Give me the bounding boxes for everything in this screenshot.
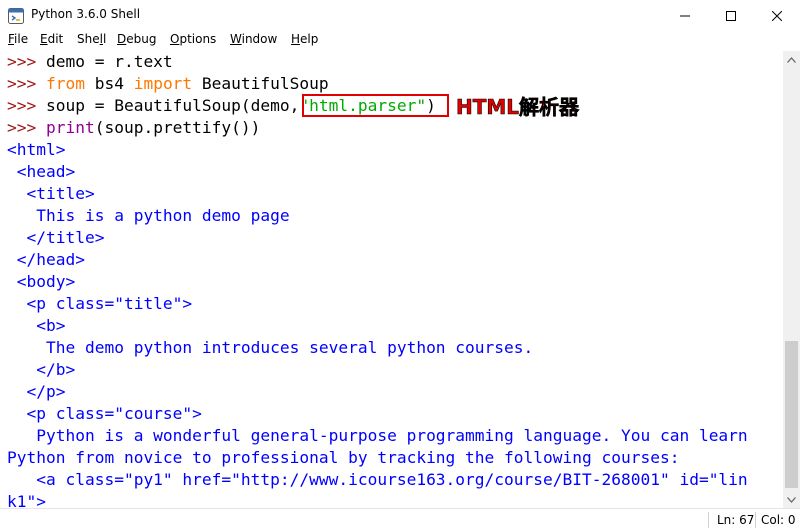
menu-options[interactable]: Options [170, 32, 216, 46]
minimize-button[interactable] [662, 0, 708, 31]
maximize-icon [726, 10, 736, 21]
code-text: bs4 [84, 74, 134, 93]
output-line: <title> [7, 184, 95, 203]
chevron-up-icon [787, 56, 796, 63]
menu-debug[interactable]: Debug [117, 32, 156, 46]
shell-prompt: >>> [7, 52, 46, 71]
output-line: </title> [7, 228, 105, 247]
output-line: <p class="title"> [7, 294, 193, 313]
output-line: <b> [7, 316, 66, 335]
output-line: </head> [7, 250, 85, 269]
status-separator [755, 512, 756, 528]
output-line: </p> [7, 382, 66, 401]
shell-prompt: >>> [7, 118, 46, 137]
chevron-down-icon [787, 496, 796, 503]
shell-prompt: >>> [7, 74, 46, 93]
status-separator [708, 512, 709, 528]
maximize-button[interactable] [708, 0, 754, 31]
shell-prompt: >>> [7, 96, 46, 115]
line-number-status: Ln: 67 [717, 513, 755, 527]
output-line: <head> [7, 162, 76, 181]
shell-input-line: >>> print(soup.prettify()) [7, 117, 260, 139]
menu-file[interactable]: File [8, 32, 28, 46]
close-icon [772, 10, 782, 21]
window-title: Python 3.6.0 Shell [31, 7, 141, 21]
python-idle-icon [8, 8, 24, 24]
scroll-thumb[interactable] [785, 341, 798, 488]
shell-text-area[interactable]: >>> demo = r.text >>> from bs4 import Be… [0, 51, 783, 508]
code-text: BeautifulSoup [192, 74, 329, 93]
keyword: import [133, 74, 193, 93]
minimize-icon [680, 15, 690, 16]
menu-help[interactable]: Help [291, 32, 318, 46]
column-number-status: Col: 0 [761, 513, 796, 527]
keyword: from [45, 74, 85, 93]
output-line: k1"> [7, 492, 46, 508]
scroll-down-button[interactable] [783, 491, 800, 508]
code-text: soup = BeautifulSoup(demo, [45, 96, 300, 115]
annotation-label: HTML解析器 [456, 95, 580, 119]
status-bar: Ln: 67 Col: 0 [0, 508, 800, 530]
output-line: </b> [7, 360, 76, 379]
output-line: <a class="py1" href="http://www.icourse1… [7, 470, 748, 489]
shell-input-line: >>> from bs4 import BeautifulSoup [7, 73, 329, 95]
annotation-highlight-box [302, 94, 449, 117]
builtin-function: print [45, 118, 95, 137]
output-line: <p class="course"> [7, 404, 202, 423]
title-bar: Python 3.6.0 Shell [0, 0, 800, 31]
menu-window[interactable]: Window [230, 32, 277, 46]
menu-shell[interactable]: Shell [77, 32, 106, 46]
output-line: This is a python demo page [7, 206, 290, 225]
output-line: <body> [7, 272, 76, 291]
vertical-scrollbar[interactable] [783, 51, 800, 508]
output-line: Python from novice to professional by tr… [7, 448, 680, 467]
scroll-up-button[interactable] [783, 51, 800, 68]
close-button[interactable] [754, 0, 800, 31]
code-text: (soup.prettify()) [94, 118, 261, 137]
output-line: Python is a wonderful general-purpose pr… [7, 426, 748, 445]
shell-input-line: >>> demo = r.text [7, 51, 173, 73]
menu-edit[interactable]: Edit [40, 32, 63, 46]
menu-bar: File Edit Shell Debug Options Window Hel… [0, 31, 800, 51]
output-line: The demo python introduces several pytho… [7, 338, 534, 357]
code-text: demo = r.text [45, 52, 173, 71]
output-line: <html> [7, 140, 66, 159]
